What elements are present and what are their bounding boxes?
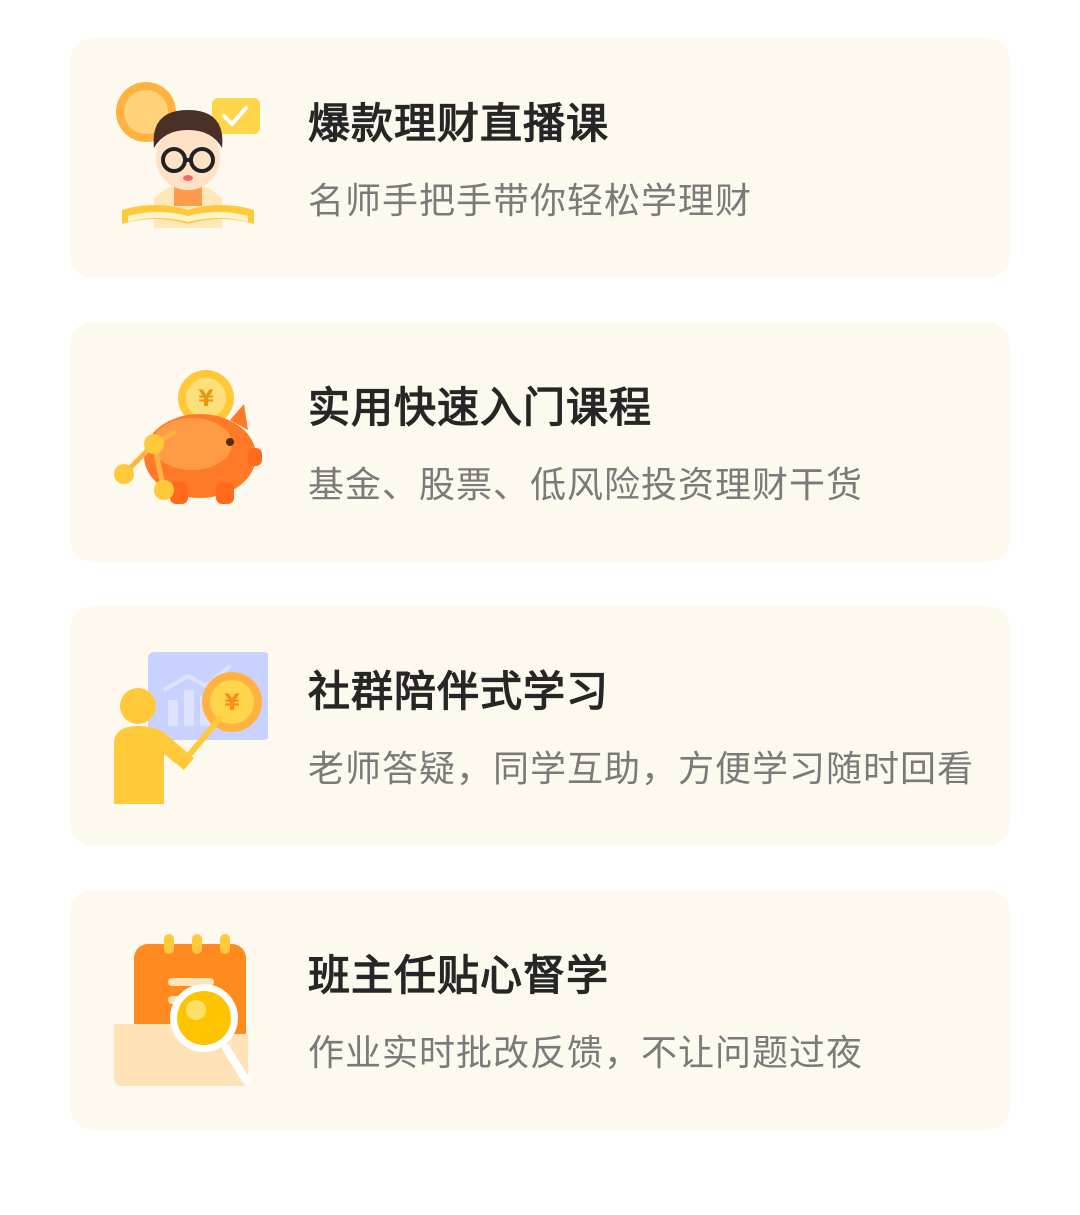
feature-card-homeroom-supervision[interactable]: 班主任贴心督学 作业实时批改反馈，不让问题过夜 bbox=[70, 890, 1010, 1130]
feature-card-community-learning[interactable]: ¥ 社群陪伴式学习 老师答疑，同学互助，方便学习随时回看 bbox=[70, 606, 1010, 846]
presentation-chart-icon: ¥ bbox=[108, 646, 268, 806]
feature-title: 实用快速入门课程 bbox=[308, 383, 653, 432]
feature-title: 社群陪伴式学习 bbox=[308, 667, 610, 716]
feature-card-beginner-course[interactable]: ¥ 实用快速入门课程 基金、股票、低风险投资理财干货 bbox=[70, 322, 1010, 562]
feature-subtitle: 老师答疑，同学互助，方便学习随时回看 bbox=[308, 749, 975, 790]
svg-text:¥: ¥ bbox=[224, 691, 240, 716]
feature-title: 爆款理财直播课 bbox=[308, 99, 610, 148]
feature-subtitle: 名师手把手带你轻松学理财 bbox=[308, 181, 753, 222]
svg-text:¥: ¥ bbox=[198, 387, 214, 412]
calendar-magnifier-icon bbox=[108, 930, 268, 1090]
piggy-bank-icon: ¥ bbox=[108, 362, 268, 522]
feature-card-live-course[interactable]: 爆款理财直播课 名师手把手带你轻松学理财 bbox=[70, 38, 1010, 278]
feature-title: 班主任贴心督学 bbox=[308, 951, 610, 1000]
feature-subtitle: 基金、股票、低风险投资理财干货 bbox=[308, 465, 864, 506]
teacher-with-book-icon bbox=[108, 78, 268, 238]
feature-subtitle: 作业实时批改反馈，不让问题过夜 bbox=[308, 1033, 864, 1074]
feature-list: 爆款理财直播课 名师手把手带你轻松学理财 ¥ 实用快速入门课程 基金、股票、低风… bbox=[70, 38, 1010, 1130]
